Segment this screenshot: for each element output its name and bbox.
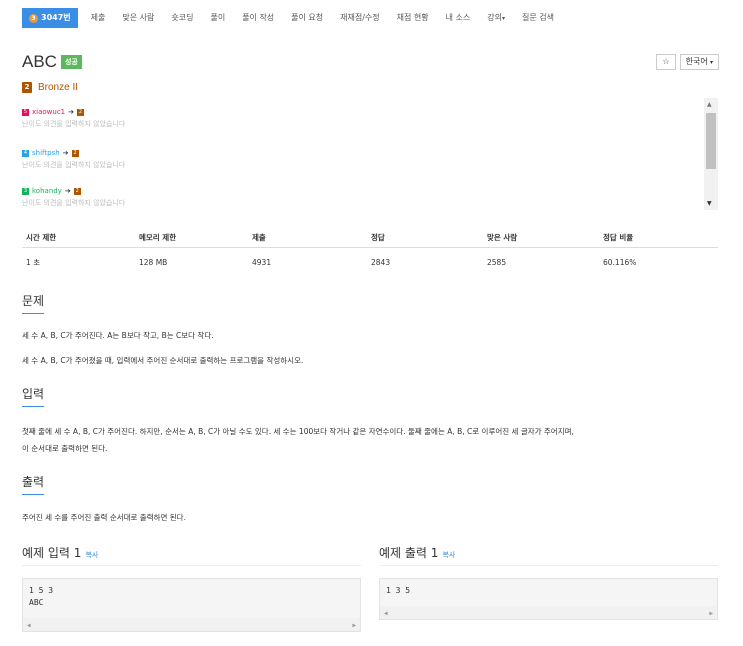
bronze-tier-icon: 2 bbox=[77, 108, 84, 116]
platinum-tier-icon: 3 bbox=[22, 187, 29, 195]
accept-ratio-value: 60.116% bbox=[603, 258, 637, 267]
divider bbox=[22, 565, 361, 566]
scroll-left-icon[interactable]: ◀ bbox=[384, 608, 388, 620]
tab-lectures[interactable]: 강의▾ bbox=[487, 8, 505, 29]
output-heading: 출력 bbox=[22, 473, 718, 495]
opinion-item: 4 shiftpsh ➔ 2 난이도 의견을 입력하지 않았습니다 bbox=[22, 149, 125, 170]
problem-title: ABC bbox=[22, 52, 57, 71]
submissions-value: 4931 bbox=[252, 258, 272, 267]
bronze-tier-icon: 2 bbox=[71, 149, 79, 157]
medal-icon: 3 bbox=[29, 14, 38, 23]
scroll-down-icon[interactable]: ▼ bbox=[707, 200, 712, 207]
opinion-user-link[interactable]: kohandy bbox=[32, 187, 62, 195]
caret-down-icon: ▾ bbox=[502, 14, 506, 22]
bronze-tier-icon: 2 bbox=[22, 82, 32, 93]
arrow-right-icon: ➔ bbox=[64, 187, 71, 195]
opinion-user-link[interactable]: shiftpsh bbox=[32, 149, 60, 157]
sample-input-line: 1 5 3 bbox=[29, 586, 54, 595]
diamond-tier-icon: 4 bbox=[22, 149, 29, 157]
scrollbar-thumb[interactable] bbox=[706, 113, 716, 169]
table-header: 정답 비율 bbox=[599, 228, 718, 248]
copy-output-button[interactable]: 복사 bbox=[442, 551, 455, 559]
opinion-note: 난이도 의견을 입력하지 않았습니다 bbox=[22, 199, 126, 207]
problem-heading: 문제 bbox=[22, 292, 718, 314]
bronze-tier-icon: 2 bbox=[73, 187, 81, 195]
tab-problem-number[interactable]: 3 3047번 bbox=[22, 8, 78, 28]
copy-input-button[interactable]: 복사 bbox=[85, 551, 98, 559]
output-description: 주어진 세 수를 주어진 출력 순서대로 출력하면 된다. bbox=[22, 513, 186, 522]
time-limit-value: 1 초 bbox=[26, 258, 41, 267]
table-header: 시간 제한 bbox=[22, 228, 135, 248]
table-header: 메모리 제한 bbox=[135, 228, 248, 248]
problem-title-row: ABC 성공 bbox=[22, 52, 82, 72]
tab-request-solution[interactable]: 풀이 요청 bbox=[291, 8, 323, 28]
opinion-user-link[interactable]: xiaowuc1 bbox=[32, 108, 65, 116]
tab-short-coding[interactable]: 숏코딩 bbox=[171, 8, 193, 28]
sample-input-line: ABC bbox=[29, 598, 44, 607]
arrow-right-icon: ➔ bbox=[68, 108, 74, 116]
input-description-2: 이 순서대로 출력하면 된다. bbox=[22, 444, 108, 453]
sample-output-box[interactable]: 1 3 5 ◀ ▶ bbox=[379, 578, 718, 620]
sample-input-box[interactable]: 1 5 3 ABC ◀ ▶ bbox=[22, 578, 361, 632]
input-description-1: 첫째 줄에 세 수 A, B, C가 주어진다. 하지만, 순서는 A, B, … bbox=[22, 427, 574, 436]
arrow-right-icon: ➔ bbox=[62, 149, 69, 157]
table-row: 1 초 128 MB 4931 2843 2585 60.116% bbox=[22, 248, 718, 274]
opinion-item: 5 xiaowuc1 ➔ 2 난이도 의견을 입력하지 않았습니다 bbox=[22, 108, 125, 129]
solved-users-value: 2585 bbox=[487, 258, 507, 267]
scroll-right-icon[interactable]: ▶ bbox=[352, 620, 356, 632]
sample-input-heading: 예제 입력 1 복사 bbox=[22, 544, 99, 566]
tab-question-search[interactable]: 질문 검색 bbox=[522, 8, 554, 28]
scroll-left-icon[interactable]: ◀ bbox=[27, 620, 31, 632]
problem-description-2: 세 수 A, B, C가 주어졌을 때, 입력에서 주어진 순서대로 출력하는 … bbox=[22, 356, 304, 365]
table-header-row: 시간 제한 메모리 제한 제출 정답 맞은 사람 정답 비율 bbox=[22, 228, 718, 248]
opinions-scrollbar[interactable]: ▲ ▼ bbox=[704, 98, 718, 210]
scroll-right-icon[interactable]: ▶ bbox=[709, 608, 713, 620]
tab-rejudge[interactable]: 재채점/수정 bbox=[340, 8, 380, 28]
scroll-up-icon[interactable]: ▲ bbox=[707, 101, 712, 108]
opinion-item: 3 kohandy ➔ 2 난이도 의견을 입력하지 않았습니다 bbox=[22, 187, 125, 208]
horizontal-scrollbar[interactable]: ◀ ▶ bbox=[380, 606, 717, 619]
opinion-note: 난이도 의견을 입력하지 않았습니다 bbox=[22, 120, 126, 128]
difficulty-opinions: 5 xiaowuc1 ➔ 2 난이도 의견을 입력하지 않았습니다 4 shif… bbox=[22, 98, 718, 210]
tier-label[interactable]: Bronze II bbox=[38, 82, 78, 93]
memory-limit-value: 128 MB bbox=[139, 258, 168, 267]
tab-solutions[interactable]: 풀이 bbox=[210, 8, 225, 28]
sample-output-heading: 예제 출력 1 복사 bbox=[379, 544, 456, 566]
ruby-tier-icon: 5 bbox=[22, 108, 29, 116]
caret-down-icon: ▾ bbox=[709, 60, 713, 66]
horizontal-scrollbar[interactable]: ◀ ▶ bbox=[23, 618, 360, 631]
divider bbox=[379, 565, 718, 566]
accepted-value: 2843 bbox=[371, 258, 391, 267]
tab-write-solution[interactable]: 풀이 작성 bbox=[242, 8, 274, 28]
tab-accepted-users[interactable]: 맞은 사람 bbox=[122, 8, 154, 28]
tab-submit[interactable]: 제출 bbox=[91, 8, 106, 28]
input-heading: 입력 bbox=[22, 385, 718, 407]
tab-status[interactable]: 채점 현황 bbox=[397, 8, 429, 28]
tab-my-source[interactable]: 내 소스 bbox=[446, 8, 471, 28]
table-header: 정답 bbox=[367, 228, 483, 248]
table-header: 제출 bbox=[248, 228, 367, 248]
language-dropdown[interactable]: 한국어 ▾ bbox=[679, 54, 719, 70]
table-header: 맞은 사람 bbox=[483, 228, 599, 248]
title-tools: ☆ 한국어 ▾ bbox=[656, 54, 719, 70]
tier-row: 2 Bronze II bbox=[22, 82, 78, 93]
star-button[interactable]: ☆ bbox=[656, 54, 676, 70]
result-badge: 성공 bbox=[60, 55, 82, 69]
sample-output-line: 1 3 5 bbox=[386, 586, 411, 595]
opinion-note: 난이도 의견을 입력하지 않았습니다 bbox=[22, 161, 126, 169]
problem-info-table: 시간 제한 메모리 제한 제출 정답 맞은 사람 정답 비율 1 초 128 M… bbox=[22, 228, 718, 273]
problem-description-1: 세 수 A, B, C가 주어진다. A는 B보다 작고, B는 C보다 작다. bbox=[22, 331, 214, 340]
star-icon: ☆ bbox=[662, 57, 670, 66]
problem-menu: 3 3047번 제출 맞은 사람 숏코딩 풀이 풀이 작성 풀이 요청 재채점/수… bbox=[22, 8, 571, 28]
